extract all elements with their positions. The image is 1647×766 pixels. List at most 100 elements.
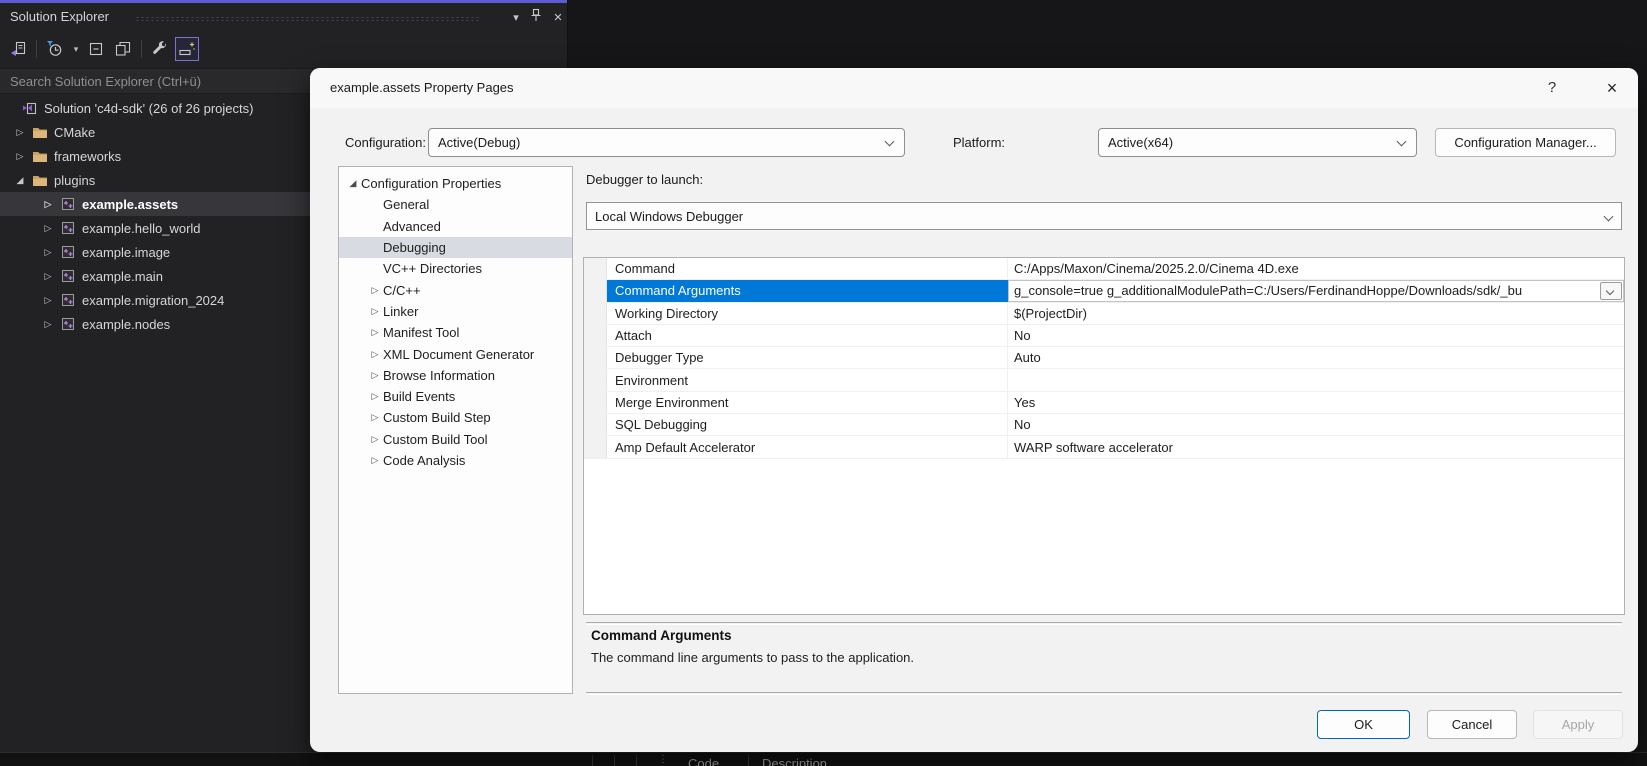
cancel-button[interactable]: Cancel [1427,710,1517,739]
row-gutter [584,414,607,436]
folder-icon [33,176,47,186]
expander-collapsed-icon[interactable]: ▷ [367,327,383,338]
cpp-project-icon [62,318,74,330]
category-browse-information[interactable]: ▷ Browse Information [339,365,572,386]
expander-expanded-icon[interactable]: ◢ [345,178,361,189]
property-row-debugger-type[interactable]: Debugger Type Auto [584,347,1624,370]
error-list-strip: ⋮ Code Description [0,752,1647,766]
expander-collapsed-icon[interactable]: ▷ [38,199,58,210]
expander-collapsed-icon[interactable]: ▷ [367,306,383,317]
pin-icon[interactable] [528,7,548,29]
property-row-amp-default-accelerator[interactable]: Amp Default Accelerator WARP software ac… [584,436,1624,459]
collapse-all-glyph [89,42,103,56]
expander-collapsed-icon[interactable]: ▷ [38,271,58,282]
column-separator [592,755,593,766]
category-general[interactable]: General [339,194,572,215]
category-vcpp-directories[interactable]: VC++ Directories [339,258,572,279]
category-c-cpp[interactable]: ▷ C/C++ [339,279,572,300]
row-gutter [584,369,607,391]
column-separator [636,755,637,766]
cpp-project-icon [62,270,74,282]
description-top-divider [586,622,1622,625]
command-arguments-value-cell[interactable]: g_console=true g_additionalModulePath=C:… [1008,280,1624,302]
row-gutter [584,324,607,347]
configuration-dropdown[interactable]: Active(Debug) [428,128,905,157]
property-row-command-arguments-selected[interactable]: Command Arguments g_console=true g_addit… [584,280,1624,303]
expander-collapsed-icon[interactable]: ▷ [10,127,30,138]
description-text: The command line arguments to pass to th… [591,650,915,665]
solution-explorer-titlebar[interactable]: Solution Explorer ▾ × [0,3,567,33]
value-dropdown-button[interactable] [1600,281,1622,300]
copies-glyph [115,41,131,56]
expander-expanded-icon[interactable]: ◢ [10,175,30,186]
debugger-to-launch-dropdown[interactable]: Local Windows Debugger [586,202,1622,230]
expander-collapsed-icon[interactable]: ▷ [367,455,383,466]
column-grip: ⋮ [658,754,668,765]
filter-dropdown-caret[interactable]: ▾ [70,37,82,61]
property-row-command[interactable]: Command C:/Apps/Maxon/Cinema/2025.2.0/Ci… [584,258,1624,281]
toolbar-separator [36,40,37,58]
preview-selected-items-icon[interactable] [175,37,199,61]
expander-collapsed-icon[interactable]: ▷ [367,434,383,445]
window-position-menu-button[interactable]: ▾ [506,7,526,29]
description-title: Command Arguments [591,628,732,643]
category-linker[interactable]: ▷ Linker [339,301,572,322]
dialog-title: example.assets Property Pages [330,80,514,95]
expander-collapsed-icon[interactable]: ▷ [367,349,383,360]
property-row-attach[interactable]: Attach No [584,324,1624,348]
property-row-sql-debugging[interactable]: SQL Debugging No [584,414,1624,437]
close-icon[interactable]: × [1598,74,1626,102]
drag-texture [135,16,480,22]
configuration-manager-button[interactable]: Configuration Manager... [1435,128,1616,157]
toolbar-separator [141,40,142,58]
cpp-project-icon [62,246,74,258]
expander-collapsed-icon[interactable]: ▷ [38,319,58,330]
expander-collapsed-icon[interactable]: ▷ [367,285,383,296]
row-gutter [584,436,607,458]
clock-filter-glyph [47,41,62,56]
panel-title: Solution Explorer [10,9,109,24]
pending-changes-filter-icon[interactable] [43,37,67,61]
category-configuration-properties[interactable]: ◢ Configuration Properties [339,173,572,194]
property-row-working-directory[interactable]: Working Directory $(ProjectDir) [584,302,1624,325]
solution-icon [23,102,37,115]
switch-views-icon[interactable] [6,37,30,61]
category-code-analysis[interactable]: ▷ Code Analysis [339,450,572,471]
platform-dropdown[interactable]: Active(x64) [1098,128,1417,157]
folder-icon [33,128,47,138]
expander-collapsed-icon[interactable]: ▷ [367,412,383,423]
error-list-column-code[interactable]: Code [688,756,719,766]
search-placeholder: Search Solution Explorer (Ctrl+ü) [10,73,202,89]
help-button[interactable]: ? [1538,74,1566,102]
category-build-events[interactable]: ▷ Build Events [339,386,572,407]
show-all-files-icon[interactable] [111,37,135,61]
ok-button[interactable]: OK [1317,710,1410,739]
apply-button[interactable]: Apply [1533,710,1623,739]
cpp-project-icon [62,198,74,210]
expander-collapsed-icon[interactable]: ▷ [38,223,58,234]
debugger-to-launch-label: Debugger to launch: [586,172,704,187]
cpp-project-icon [62,222,74,234]
expander-collapsed-icon[interactable]: ▷ [367,370,383,381]
category-advanced[interactable]: Advanced [339,216,572,237]
property-row-merge-environment[interactable]: Merge Environment Yes [584,391,1624,415]
category-debugging-selected[interactable]: Debugging [339,236,572,259]
collapse-all-icon[interactable] [84,37,108,61]
expander-collapsed-icon[interactable]: ▷ [10,151,30,162]
error-list-column-description[interactable]: Description [762,756,827,766]
description-bottom-divider [586,692,1622,695]
expander-collapsed-icon[interactable]: ▷ [367,391,383,402]
category-custom-build-tool[interactable]: ▷ Custom Build Tool [339,429,572,450]
properties-wrench-icon[interactable] [148,37,172,61]
property-row-environment[interactable]: Environment [584,369,1624,392]
chevron-down-icon [1396,136,1407,147]
expander-collapsed-icon[interactable]: ▷ [38,295,58,306]
category-manifest-tool[interactable]: ▷ Manifest Tool [339,322,572,343]
panel-close-button[interactable]: × [548,7,568,29]
dialog-titlebar[interactable]: example.assets Property Pages ? × [310,68,1638,108]
expander-collapsed-icon[interactable]: ▷ [38,247,58,258]
configuration-label: Configuration: [345,135,426,150]
category-custom-build-step[interactable]: ▷ Custom Build Step [339,407,572,428]
row-gutter [584,302,607,324]
category-xml-document-generator[interactable]: ▷ XML Document Generator [339,343,572,364]
